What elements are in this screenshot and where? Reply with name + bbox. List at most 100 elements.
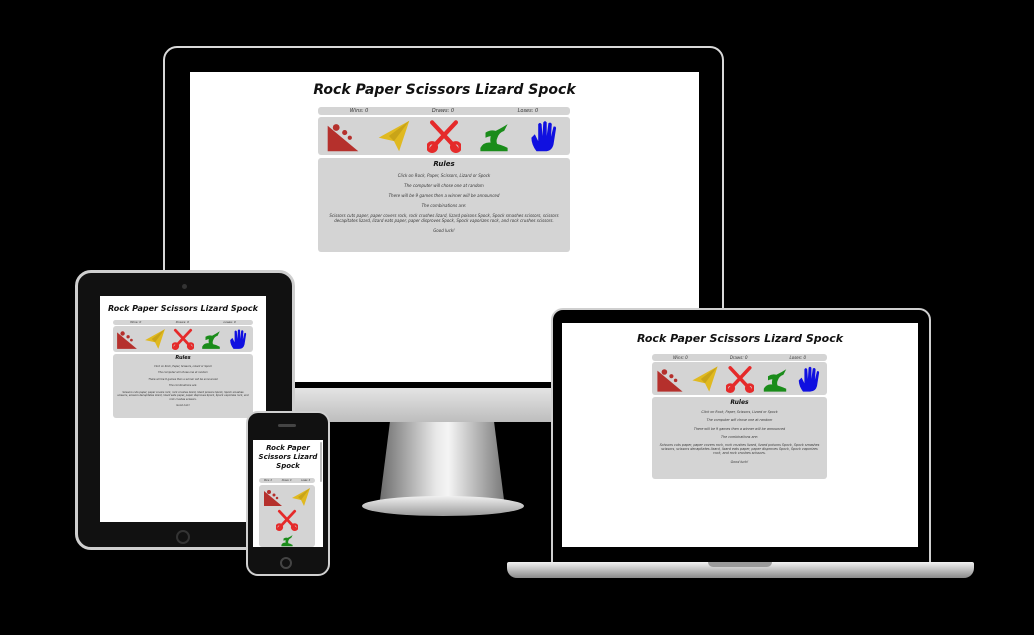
rules-heading: Rules <box>730 399 749 406</box>
phone-speaker <box>278 424 296 427</box>
scissors-icon <box>276 509 298 531</box>
rules-heading: Rules <box>433 160 455 168</box>
rules-line: Scissors cuts paper, paper covers rock, … <box>659 443 820 456</box>
rules-line: Good luck! <box>176 404 190 407</box>
rules-heading: Rules <box>175 355 191 361</box>
rock-icon <box>656 365 684 393</box>
lizard-icon <box>200 328 222 350</box>
spock-button[interactable] <box>796 365 824 393</box>
monitor-stand-base <box>362 496 524 516</box>
wins-count: Wins: 0 <box>263 479 272 482</box>
rules-line: Scissors cuts paper, paper covers rock, … <box>117 390 249 401</box>
choice-buttons <box>318 117 570 155</box>
rules-line: Scissors cuts paper, paper covers rock, … <box>329 213 559 223</box>
choice-buttons <box>113 326 253 352</box>
page-title-line: Spock <box>276 462 300 470</box>
paper-icon <box>291 487 311 507</box>
rock-button[interactable] <box>656 365 684 393</box>
paper-button[interactable] <box>291 487 311 507</box>
scissors-button[interactable] <box>259 509 315 531</box>
wins-count: Wins: 0 <box>672 355 688 360</box>
rock-button[interactable] <box>263 487 283 507</box>
scoreboard: Wins: 0 Draws: 0 Loses: 0 <box>113 320 253 325</box>
paper-button[interactable] <box>144 328 166 350</box>
lizard-icon <box>761 365 789 393</box>
paper-icon <box>144 328 166 350</box>
rules-panel: Rules Click on Rock, Paper, Scissors, Li… <box>652 397 827 479</box>
spock-button[interactable] <box>228 328 250 350</box>
rules-line: Good luck! <box>730 459 749 464</box>
lizard-button[interactable] <box>477 119 511 153</box>
scissors-button[interactable] <box>427 119 461 153</box>
rules-line: There will be 9 games then a winner will… <box>693 426 786 431</box>
rules-line: Click on Rock, Paper, Scissors, Lizard o… <box>397 173 491 178</box>
rock-icon <box>326 119 360 153</box>
app-phone: Rock Paper Scissors Lizard Spock Wins: 0… <box>253 440 323 547</box>
spock-icon <box>228 328 250 350</box>
wins-count: Wins: 0 <box>349 108 369 114</box>
draws-count: Draws: 0 <box>729 355 748 360</box>
scissors-icon <box>726 365 754 393</box>
losses-count: Loses: 0 <box>223 320 236 324</box>
rules-line: There will be 9 games then a winner will… <box>388 193 500 198</box>
spock-icon <box>528 119 562 153</box>
scissors-icon <box>172 328 194 350</box>
paper-button[interactable] <box>377 119 411 153</box>
page-title-line: Rock Paper <box>266 444 310 452</box>
scoreboard: Wins: 0 Draws: 0 Loses: 0 <box>259 478 315 483</box>
losses-count: Loses: 0 <box>789 355 806 360</box>
paper-icon <box>377 119 411 153</box>
lizard-button[interactable] <box>259 533 315 547</box>
choice-buttons <box>652 362 827 395</box>
scissors-icon <box>427 119 461 153</box>
page-title: Rock Paper Scissors Lizard Spock <box>108 304 258 313</box>
choice-buttons <box>259 485 315 547</box>
spock-button[interactable] <box>528 119 562 153</box>
app-laptop: Rock Paper Scissors Lizard Spock Wins: 0… <box>562 323 918 547</box>
rules-line: The computer will chose one at random <box>706 418 773 423</box>
paper-icon <box>691 365 719 393</box>
rules-line: Good luck! <box>433 228 455 233</box>
scoreboard: Wins: 0 Draws: 0 Loses: 0 <box>318 107 570 115</box>
rules-panel: Rules Click on Rock, Paper, Scissors, Li… <box>113 354 253 418</box>
rules-line: Click on Rock, Paper, Scissors, Lizard o… <box>154 364 212 368</box>
paper-button[interactable] <box>691 365 719 393</box>
laptop-notch <box>708 562 772 567</box>
rules-line: There will be 9 games then a winner will… <box>148 377 218 381</box>
rules-line: The combinations are: <box>421 203 467 208</box>
app-tablet: Rock Paper Scissors Lizard Spock Wins: 0… <box>100 296 266 522</box>
rock-button[interactable] <box>326 119 360 153</box>
rock-icon <box>263 487 283 507</box>
page-title-line: Scissors Lizard <box>258 453 318 461</box>
monitor-stand <box>380 422 504 500</box>
lizard-icon <box>477 119 511 153</box>
losses-count: Loses: 0 <box>301 479 311 482</box>
scissors-button[interactable] <box>726 365 754 393</box>
page-title: Rock Paper Scissors Lizard Spock <box>253 440 323 471</box>
lizard-button[interactable] <box>200 328 222 350</box>
wins-count: Wins: 0 <box>130 320 142 324</box>
scoreboard: Wins: 0 Draws: 0 Loses: 0 <box>652 354 827 361</box>
phone-screen: Rock Paper Scissors Lizard Spock Wins: 0… <box>253 440 323 547</box>
page-title: Rock Paper Scissors Lizard Spock <box>636 332 844 345</box>
rules-line: The combinations are: <box>721 434 758 439</box>
rock-icon <box>116 328 138 350</box>
draws-count: Draws: 0 <box>431 108 455 114</box>
lizard-icon <box>276 533 298 547</box>
rules-line: The computer will chose one at random <box>158 371 208 374</box>
scissors-button[interactable] <box>172 328 194 350</box>
tablet-screen: Rock Paper Scissors Lizard Spock Wins: 0… <box>100 296 266 522</box>
lizard-button[interactable] <box>761 365 789 393</box>
tablet-home-button <box>176 530 190 544</box>
spock-icon <box>796 365 824 393</box>
laptop-screen: Rock Paper Scissors Lizard Spock Wins: 0… <box>562 323 918 547</box>
page-title: Rock Paper Scissors Lizard Spock <box>313 82 576 98</box>
rock-button[interactable] <box>116 328 138 350</box>
tablet-camera <box>182 284 187 289</box>
rules-panel: Rules Click on Rock, Paper, Scissors, Li… <box>318 158 570 252</box>
scrollbar[interactable] <box>320 442 322 482</box>
losses-count: Loses: 0 <box>517 108 539 114</box>
phone-home-button <box>280 557 292 569</box>
rules-line: The computer will chose one at random <box>404 183 484 188</box>
draws-count: Draws: 0 <box>175 320 190 324</box>
